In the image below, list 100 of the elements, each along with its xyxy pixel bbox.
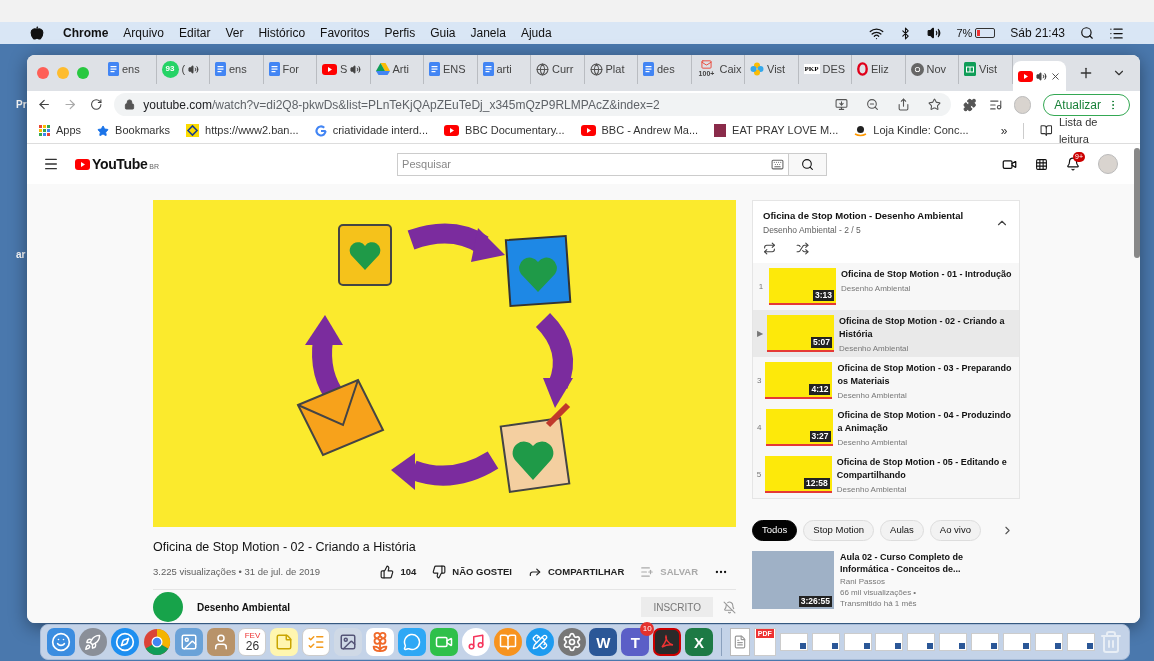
filter-chip[interactable]: Stop Motion (803, 520, 875, 541)
video-action-button[interactable]: 104 (380, 564, 417, 580)
apple-logo-icon[interactable] (30, 26, 44, 40)
bell-off-icon[interactable] (723, 600, 736, 614)
browser-tab[interactable]: Eliz (852, 55, 906, 84)
bookmark[interactable]: BBC - Andrew Ma... (580, 122, 699, 139)
browser-tab[interactable]: Curr (531, 55, 585, 84)
menu-clock[interactable]: Sáb 21:43 (1010, 24, 1065, 42)
excel-icon[interactable]: X (685, 628, 714, 656)
chat-bubble-icon[interactable] (397, 628, 426, 656)
browser-tab[interactable]: 93 ( (156, 55, 210, 84)
back-icon[interactable] (37, 97, 52, 112)
menu-item[interactable]: Histórico (258, 24, 306, 42)
playlist-item[interactable]: 5 12:58 Oficina de Stop Motion - 05 - Editando e Compartilhando Desenho Ambiental (753, 451, 1019, 498)
browser-tab[interactable]: Plat (584, 55, 638, 84)
compass-icon[interactable] (110, 628, 139, 656)
browser-tab[interactable]: Vist (959, 55, 1013, 84)
playlist-item[interactable]: 4 3:27 Oficina de Stop Motion - 04 - Produzindo a Animação Desenho Ambiental (753, 404, 1019, 451)
menu-item[interactable]: Ver (225, 24, 244, 42)
finder-icon[interactable] (47, 628, 75, 656)
filter-chip[interactable]: Aulas (880, 520, 924, 541)
bookmarks-overflow[interactable]: » (1000, 121, 1008, 140)
document-thumbnail[interactable] (875, 633, 904, 651)
flower-icon[interactable] (366, 628, 395, 656)
browser-tab[interactable]: For (263, 55, 317, 84)
battery-icon[interactable] (975, 28, 996, 38)
menu-item[interactable]: Janela (470, 24, 506, 42)
channel-avatar[interactable] (153, 592, 183, 622)
control-list-icon[interactable] (1109, 25, 1124, 41)
search-icon[interactable] (1080, 26, 1094, 40)
keyboard-icon[interactable] (771, 157, 785, 171)
install-icon[interactable] (835, 98, 849, 111)
contacts-icon[interactable] (206, 628, 235, 656)
wifi-icon[interactable] (869, 25, 885, 41)
speaker-icon[interactable] (350, 63, 362, 75)
menu-item[interactable]: Ajuda (520, 24, 552, 42)
browser-tab[interactable]: Arti (370, 55, 424, 84)
document-thumbnail[interactable] (811, 633, 840, 651)
bell-icon[interactable] (1066, 157, 1080, 171)
checklist-icon[interactable] (302, 628, 331, 656)
browser-tab[interactable]: Nov (905, 55, 959, 84)
document-thumbnail[interactable] (779, 633, 808, 651)
bookmark[interactable]: Bookmarks (97, 122, 171, 139)
playlist-item[interactable]: ▶ 5:07 Oficina de Stop Motion - 02 - Criando a História Desenho Ambiental (753, 310, 1019, 357)
address-bar[interactable]: youtube.com/watch?v=di2Q8-pkwDs&list=PLnTeKjQApZEuTeDj_x345mQzP9RLMPAcZ&index=2 (114, 93, 952, 116)
word-icon[interactable]: W (589, 628, 618, 656)
share-icon[interactable] (897, 98, 911, 111)
apps-grid-icon[interactable] (1035, 157, 1048, 171)
video-action-button[interactable]: COMPARTILHAR (528, 564, 625, 580)
browser-tab[interactable]: Vist (745, 55, 799, 84)
reading-list[interactable]: Lista de leitura (1040, 114, 1128, 147)
subscribed-button[interactable]: INSCRITO (641, 597, 713, 617)
playlist-title[interactable]: Oficina de Stop Motion - Desenho Ambiental (763, 210, 995, 222)
browser-tab[interactable]: S (317, 55, 371, 84)
calendar-icon[interactable]: FEV 26 (238, 628, 267, 656)
menu-item[interactable]: Editar (179, 24, 211, 42)
image-icon[interactable] (334, 628, 363, 656)
playlist-item[interactable]: 3 4:12 Oficina de Stop Motion - 03 - Preparando os Materiais Desenho Ambiental (753, 357, 1019, 404)
menu-item[interactable]: Arquivo (123, 24, 165, 42)
bookmark[interactable]: Loja Kindle: Conc... (854, 122, 969, 139)
bookmark[interactable]: https://www2.ban... (186, 122, 299, 139)
document-icon[interactable] (729, 628, 750, 656)
zoom-out-icon[interactable] (866, 98, 880, 111)
extensions-icon[interactable] (963, 97, 977, 112)
browser-tab[interactable] (1012, 61, 1066, 91)
document-thumbnail[interactable] (907, 633, 936, 651)
search-field[interactable]: Pesquisar (397, 152, 790, 176)
bookmark[interactable]: BBC Documentary... (444, 122, 565, 139)
document-thumbnail[interactable] (971, 633, 1000, 651)
bookmark[interactable]: EAT PRAY LOVE M... (714, 122, 839, 139)
new-tab-icon[interactable] (1078, 65, 1094, 81)
bookmark[interactable]: Apps (39, 122, 82, 139)
loop-icon[interactable] (763, 242, 776, 255)
speaker-icon[interactable] (1035, 70, 1047, 82)
music-note-icon[interactable] (461, 628, 490, 656)
speaker-icon[interactable] (188, 63, 200, 75)
search-button[interactable] (789, 152, 828, 176)
rocket-icon[interactable] (78, 628, 107, 656)
circle-logo-icon[interactable] (142, 628, 171, 656)
volume-icon[interactable] (927, 26, 942, 40)
menu-app-name[interactable]: Chrome (63, 24, 109, 42)
menu-item[interactable]: Perfis (384, 24, 416, 42)
document-thumbnail[interactable] (1066, 633, 1095, 651)
image-icon[interactable] (174, 628, 203, 656)
menu-icon[interactable] (43, 156, 59, 172)
document-thumbnail[interactable] (1035, 633, 1063, 651)
video-action-button[interactable]: NÃO GOSTEI (432, 564, 512, 580)
browser-tab[interactable]: ENS (424, 55, 478, 84)
menu-item[interactable]: Favoritos (320, 24, 370, 42)
browser-tab[interactable]: ens (210, 55, 264, 84)
document-thumbnail[interactable] (939, 633, 968, 651)
playlist-item[interactable]: 1 3:13 Oficina de Stop Motion - 01 - Introdução Desenho Ambiental (753, 263, 1019, 310)
menu-item[interactable]: Guia (430, 24, 456, 42)
browser-tab[interactable]: ens (103, 55, 157, 84)
filter-chip[interactable]: Todos (752, 520, 798, 541)
bookmark[interactable]: criatividade interd... (314, 122, 429, 139)
shuffle-icon[interactable] (796, 242, 809, 255)
close-icon[interactable] (1049, 70, 1061, 82)
acrobat-icon[interactable] (653, 628, 682, 656)
document-thumbnail[interactable] (843, 633, 872, 651)
